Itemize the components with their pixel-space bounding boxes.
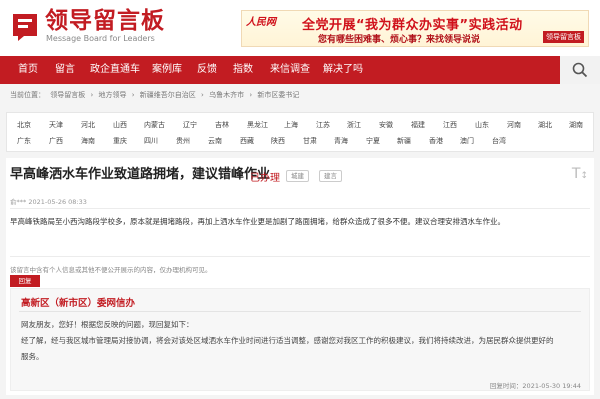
region-link[interactable]: 海南 xyxy=(81,136,95,146)
message-title: 早高峰洒水车作业致道路拥堵，建议错峰作业 xyxy=(10,167,271,182)
region-link[interactable]: 四川 xyxy=(144,136,158,146)
activity-banner[interactable]: 人民网 全党开展“我为群众办实事”实践活动 您有哪些困难事、烦心事？来找领导说说… xyxy=(241,10,589,47)
breadcrumb-link[interactable]: 地方领导 xyxy=(99,91,127,99)
banner-headline: 全党开展“我为群众办实事”实践活动 xyxy=(302,18,523,33)
reply-time-label: 回复时间： xyxy=(489,382,523,390)
breadcrumb-separator: › xyxy=(90,91,94,99)
region-link[interactable]: 西藏 xyxy=(240,136,254,146)
breadcrumb-separator: › xyxy=(131,91,135,99)
region-link[interactable]: 山西 xyxy=(113,120,127,130)
nav-item-feedback[interactable]: 反馈 xyxy=(197,56,217,84)
region-link[interactable]: 台湾 xyxy=(492,136,506,146)
region-link[interactable]: 青海 xyxy=(334,136,348,146)
search-icon xyxy=(572,62,588,78)
reply-line: 网友朋友，您好！根据您反映的问题，现回复如下： xyxy=(21,320,194,329)
nav-item-survey[interactable]: 来信调查 xyxy=(270,56,310,84)
site-subtitle: Message Board for Leaders xyxy=(46,34,155,43)
site-title[interactable]: 领导留言板 xyxy=(45,7,165,35)
region-link[interactable]: 辽宁 xyxy=(183,120,197,130)
banner-logo: 人民网 xyxy=(246,17,276,28)
region-link[interactable]: 上海 xyxy=(284,120,298,130)
breadcrumb-link[interactable]: 乌鲁木齐市 xyxy=(209,91,244,99)
nav-item-index[interactable]: 指数 xyxy=(233,56,253,84)
reply-tag: 回复 xyxy=(10,275,40,287)
region-link[interactable]: 广西 xyxy=(49,136,63,146)
region-link[interactable]: 福建 xyxy=(411,120,425,130)
region-link[interactable]: 湖北 xyxy=(538,120,552,130)
region-selector: 北京 天津 河北 山西 内蒙古 辽宁 吉林 黑龙江 上海 江苏 浙江 安徽 福建… xyxy=(6,112,594,152)
region-link[interactable]: 湖南 xyxy=(569,120,583,130)
region-link[interactable]: 重庆 xyxy=(113,136,127,146)
main-nav: 首页 留言 政企直通车 案例库 反馈 指数 来信调查 解决了吗 xyxy=(0,56,600,84)
region-link[interactable]: 广东 xyxy=(17,136,31,146)
region-link[interactable]: 黑龙江 xyxy=(247,120,268,130)
reply-line: 服务。 xyxy=(21,352,44,361)
breadcrumb-link[interactable]: 新疆维吾尔自治区 xyxy=(140,91,196,99)
reply-line: 经了解，经与我区城市管理局对接协调，将会对该处区域洒水车作业时间进行适当调整，感… xyxy=(21,336,554,345)
nav-item-enterprise[interactable]: 政企直通车 xyxy=(90,56,140,84)
message-card: 早高峰洒水车作业致道路拥堵，建议错峰作业 已办理 城建 建言 T↕ 俞*** 2… xyxy=(6,158,594,395)
reply-time-value: 2021-05-30 19:44 xyxy=(522,382,581,390)
region-link[interactable]: 天津 xyxy=(49,120,63,130)
site-header: 领导留言板 Message Board for Leaders 人民网 全党开展… xyxy=(0,0,600,56)
breadcrumb-current[interactable]: 新市区委书记 xyxy=(257,91,299,99)
breadcrumb-link[interactable]: 领导留言板 xyxy=(50,91,85,99)
region-link[interactable]: 澳门 xyxy=(460,136,474,146)
divider xyxy=(10,208,590,209)
tag-type[interactable]: 建言 xyxy=(319,170,342,182)
region-link[interactable]: 内蒙古 xyxy=(144,120,165,130)
tag-category[interactable]: 城建 xyxy=(286,170,309,182)
region-link[interactable]: 北京 xyxy=(17,120,31,130)
region-link[interactable]: 甘肃 xyxy=(303,136,317,146)
breadcrumb-separator: › xyxy=(201,91,204,99)
nav-item-home[interactable]: 首页 xyxy=(18,56,38,84)
region-link[interactable]: 香港 xyxy=(429,136,443,146)
region-link[interactable]: 河南 xyxy=(507,120,521,130)
region-link[interactable]: 吉林 xyxy=(215,120,229,130)
nav-item-cases[interactable]: 案例库 xyxy=(152,56,182,84)
nav-item-solved[interactable]: 解决了吗 xyxy=(323,56,363,84)
breadcrumb: 当前位置： 领导留言板 › 地方领导 › 新疆维吾尔自治区 › 乌鲁木齐市 › … xyxy=(10,90,302,100)
nav-item-message[interactable]: 留言 xyxy=(55,56,75,84)
region-link[interactable]: 新疆 xyxy=(397,136,411,146)
divider xyxy=(10,256,590,257)
breadcrumb-label: 当前位置： xyxy=(10,91,45,99)
message-meta: 俞*** 2021-05-26 08:33 xyxy=(10,198,87,206)
region-link[interactable]: 安徽 xyxy=(379,120,393,130)
banner-badge: 领导留言板 xyxy=(543,31,584,43)
logo-icon[interactable] xyxy=(12,13,38,41)
region-link[interactable]: 宁夏 xyxy=(366,136,380,146)
privacy-notice: 该留言中含有个人信息或其他不便公开展示的内容，仅办理机构可见。 xyxy=(10,266,212,274)
divider xyxy=(19,311,581,312)
region-link[interactable]: 浙江 xyxy=(347,120,361,130)
breadcrumb-separator: › xyxy=(249,91,253,99)
reply-time: 回复时间：2021-05-30 19:44 xyxy=(490,380,581,390)
region-link[interactable]: 云南 xyxy=(208,136,222,146)
status-badge: 已办理 xyxy=(250,173,280,184)
banner-subline: 您有哪些困难事、烦心事？来找领导说说 xyxy=(318,35,481,45)
reply-box: 高新区（新市区）委网信办 网友朋友，您好！根据您反映的问题，现回复如下： 经了解… xyxy=(10,288,590,391)
region-link[interactable]: 江苏 xyxy=(316,120,330,130)
region-link[interactable]: 贵州 xyxy=(176,136,190,146)
region-link[interactable]: 江西 xyxy=(443,120,457,130)
font-size-icon[interactable]: T↕ xyxy=(572,166,588,182)
search-button[interactable] xyxy=(560,56,600,84)
message-body: 早高峰铁路局至小西沟路段学校多，原本就是拥堵路段，再加上洒水车作业更是加剧了路面… xyxy=(10,217,505,226)
region-link[interactable]: 河北 xyxy=(81,120,95,130)
region-link[interactable]: 陕西 xyxy=(271,136,285,146)
region-link[interactable]: 山东 xyxy=(475,120,489,130)
reply-org: 高新区（新市区）委网信办 xyxy=(21,298,136,309)
